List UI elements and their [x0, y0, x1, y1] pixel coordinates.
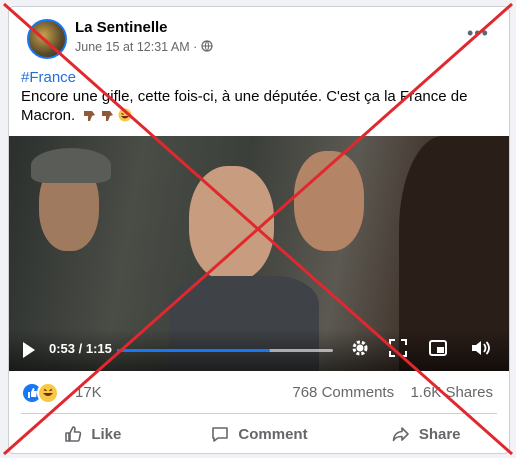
laughing-face-icon	[118, 108, 132, 122]
shares-count[interactable]: 1.6K Shares	[410, 384, 493, 401]
page-avatar[interactable]	[27, 19, 67, 59]
play-icon[interactable]	[23, 342, 35, 358]
share-label: Share	[418, 425, 461, 443]
video-progress-fill	[117, 349, 271, 352]
haha-icon[interactable]	[37, 382, 59, 404]
post-meta: June 15 at 12:31 AM ·	[75, 40, 213, 54]
video-frame-person	[189, 166, 274, 281]
pointing-down-hand-icon	[102, 111, 114, 121]
video-player[interactable]: 0:53 / 1:15	[9, 136, 509, 371]
post-timestamp[interactable]: June 15 at 12:31 AM	[75, 40, 190, 54]
picture-in-picture-icon[interactable]	[427, 337, 449, 359]
fullscreen-icon[interactable]	[387, 337, 409, 359]
post-stats: 17K 768 Comments 1.6K Shares	[9, 378, 509, 406]
video-frame-cap	[31, 148, 111, 183]
like-label: Like	[91, 425, 122, 443]
share-button[interactable]: Share	[342, 415, 509, 453]
comment-button[interactable]: Comment	[176, 415, 343, 453]
pointing-down-hand-icon	[84, 111, 96, 121]
comment-label: Comment	[238, 425, 308, 443]
divider	[21, 413, 497, 414]
post-text-block: #France Encore une gifle, cette fois-ci,…	[21, 68, 497, 125]
hashtag-link[interactable]: #France	[21, 68, 497, 87]
post-author[interactable]: La Sentinelle	[75, 19, 168, 36]
globe-icon	[201, 40, 213, 52]
video-controls: 0:53 / 1:15	[9, 329, 509, 371]
share-icon	[392, 427, 409, 442]
volume-icon[interactable]	[469, 337, 491, 359]
video-time: 0:53 / 1:15	[49, 341, 112, 356]
thumbs-up-icon	[65, 426, 82, 442]
comments-shares: 768 Comments 1.6K Shares	[292, 384, 493, 401]
video-progress-bar[interactable]	[117, 349, 333, 352]
more-options-icon[interactable]: •••	[467, 23, 489, 44]
comments-count[interactable]: 768 Comments	[292, 384, 394, 401]
like-button[interactable]: Like	[9, 415, 176, 453]
video-frame-person	[294, 151, 364, 251]
facebook-post-card: La Sentinelle June 15 at 12:31 AM · ••• …	[8, 6, 510, 454]
settings-icon[interactable]	[349, 337, 371, 359]
reaction-count[interactable]: 17K	[75, 384, 102, 401]
comment-icon	[212, 427, 229, 442]
post-actions: Like Comment Share	[9, 415, 509, 453]
